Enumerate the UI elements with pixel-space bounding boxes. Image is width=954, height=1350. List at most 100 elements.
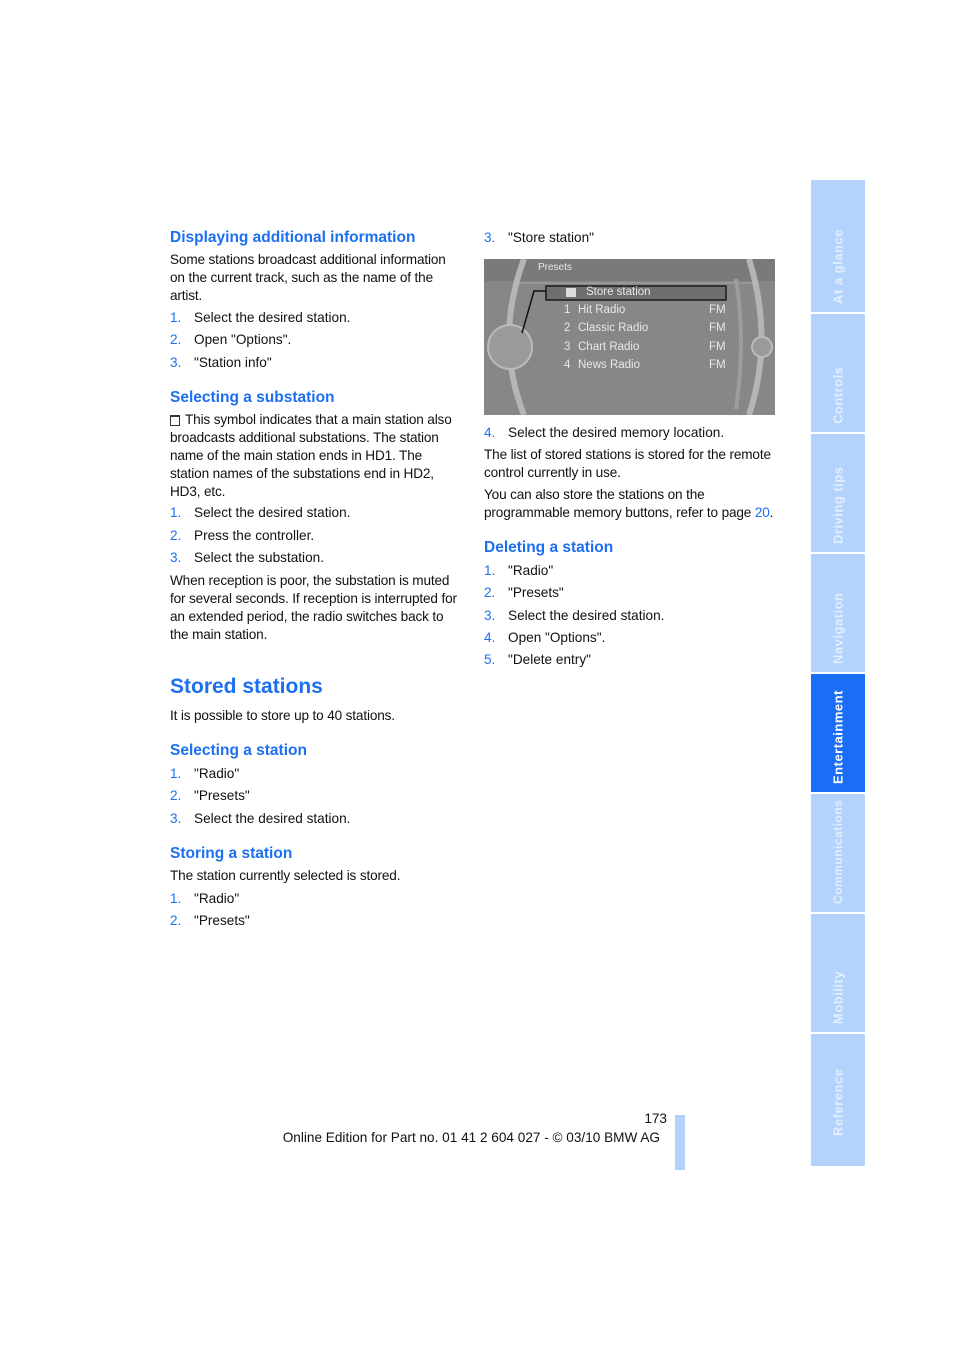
heading-selecting-station: Selecting a station (170, 742, 307, 759)
list-item: 2. Press the controller. (170, 527, 460, 545)
list-item: 1. Select the desired station. (170, 309, 460, 327)
list-number: 3. (170, 550, 182, 565)
list-item: 1. "Radio" (170, 890, 460, 908)
list-number: 1. (484, 563, 496, 578)
list-item: 5. "Delete entry" (484, 651, 774, 669)
list-item: 2. "Presets" (484, 584, 774, 602)
list-number: 3. (484, 608, 496, 623)
list-text: "Radio" (194, 891, 240, 906)
tab-label: Driving tips (830, 466, 846, 544)
preset-name: Classic Radio (578, 322, 649, 334)
tab-label: Controls (830, 366, 846, 424)
tab-reference[interactable]: Reference (811, 1034, 865, 1166)
paragraph-displaying-info: Some stations broadcast additional infor… (170, 252, 446, 303)
preset-band: FM (709, 304, 726, 316)
list-number: 1. (170, 310, 182, 325)
tab-label: Communications (831, 799, 845, 904)
preset-band: FM (709, 359, 726, 371)
tab-label: Navigation (830, 592, 846, 664)
list-text: "Radio" (194, 766, 240, 781)
tab-controls[interactable]: Controls (811, 314, 865, 432)
paragraph-substation: This symbol indicates that a main statio… (170, 412, 452, 499)
list-text: Open "Options". (508, 630, 606, 645)
heading-displaying-info: Displaying additional information (170, 229, 416, 246)
list-text: "Station info" (194, 355, 272, 370)
list-item: 3. Select the desired station. (484, 607, 774, 625)
list-item: 3. Select the desired station. (170, 810, 460, 828)
list-item: 3. "Station info" (170, 354, 460, 372)
tab-mobility[interactable]: Mobility (811, 914, 865, 1032)
preset-number: 1 (564, 304, 571, 316)
tab-entertainment[interactable]: Entertainment (811, 674, 865, 792)
paragraph-end: . (769, 505, 774, 520)
paragraph-stored: It is possible to store up to 40 station… (170, 708, 395, 723)
screen-store-station: Store station (586, 286, 651, 298)
tab-label: At a glance (830, 229, 846, 304)
page-link[interactable]: 20 (755, 505, 770, 520)
list-text: Select the desired station. (194, 505, 351, 520)
store-icon (566, 288, 576, 297)
heading-selecting-substation: Selecting a substation (170, 389, 335, 406)
preset-name: Chart Radio (578, 341, 640, 353)
tab-communications[interactable]: Communications (811, 794, 865, 912)
list-text: "Radio" (508, 563, 554, 578)
preset-number: 3 (564, 341, 571, 353)
preset-name: Hit Radio (578, 304, 626, 316)
list-number: 5. (484, 652, 496, 667)
preset-number: 4 (564, 359, 571, 371)
list-text: Select the desired station. (508, 608, 665, 623)
footer-marker (675, 1115, 685, 1170)
list-item: 3. "Store station" (484, 229, 774, 247)
heading-storing-station: Storing a station (170, 845, 293, 862)
paragraph-memory-buttons: You can also store the stations on the p… (484, 486, 778, 522)
preset-band: FM (709, 322, 726, 334)
list-number: 1. (170, 505, 182, 520)
preset-name: News Radio (578, 359, 640, 371)
list-item: 2. "Presets" (170, 912, 460, 930)
preset-band: FM (709, 341, 726, 353)
list-number: 3. (170, 355, 182, 370)
tab-navigation[interactable]: Navigation (811, 554, 865, 672)
heading-stored-stations: Stored stations (170, 675, 323, 698)
list-number: 2. (484, 585, 496, 600)
list-number: 2. (170, 528, 182, 543)
list-text: "Delete entry" (508, 652, 591, 667)
list-text: Select the substation. (194, 550, 324, 565)
preset-number: 2 (564, 322, 571, 334)
list-text: Open "Options". (194, 332, 292, 347)
list-item: 2. Open "Options". (170, 331, 460, 349)
list-item: 1. "Radio" (484, 562, 774, 580)
tab-at-a-glance[interactable]: At a glance (811, 180, 865, 312)
list-item: 4. Select the desired memory location. (484, 424, 774, 442)
paragraph-text: You can also store the stations on the p… (484, 487, 755, 520)
page-number: 173 (644, 1111, 667, 1126)
paragraph-reception: When reception is poor, the substation i… (170, 573, 457, 642)
screen-frame (484, 259, 775, 415)
list-number: 1. (170, 891, 182, 906)
tab-label: Mobility (830, 970, 846, 1024)
list-text: Select the desired memory location. (508, 425, 725, 440)
tab-driving-tips[interactable]: Driving tips (811, 434, 865, 552)
list-item: 1. Select the desired station. (170, 504, 460, 522)
list-text: Select the desired station. (194, 310, 351, 325)
tab-label: Reference (830, 1068, 846, 1136)
footer-edition: Online Edition for Part no. 01 41 2 604 … (282, 1130, 660, 1145)
list-number: 4. (484, 425, 496, 440)
list-number: 2. (170, 332, 182, 347)
list-text: "Store station" (508, 230, 594, 245)
list-text: "Presets" (194, 913, 250, 928)
paragraph-storing: The station currently selected is stored… (170, 868, 401, 883)
list-number: 1. (170, 766, 182, 781)
list-number: 3. (170, 811, 182, 826)
list-item: 2. "Presets" (170, 787, 460, 805)
heading-deleting-station: Deleting a station (484, 539, 614, 556)
idrive-screen-image: Presets Store station 1 Hit Radio FM 2 C… (484, 259, 775, 415)
list-number: 2. (170, 913, 182, 928)
tab-label: Entertainment (830, 690, 846, 784)
list-text: "Presets" (508, 585, 564, 600)
list-item: 4. Open "Options". (484, 629, 774, 647)
manual-page: Displaying additional information Some s… (0, 0, 954, 1350)
list-item: 1. "Radio" (170, 765, 460, 783)
list-text: "Presets" (194, 788, 250, 803)
list-text: Press the controller. (194, 528, 315, 543)
